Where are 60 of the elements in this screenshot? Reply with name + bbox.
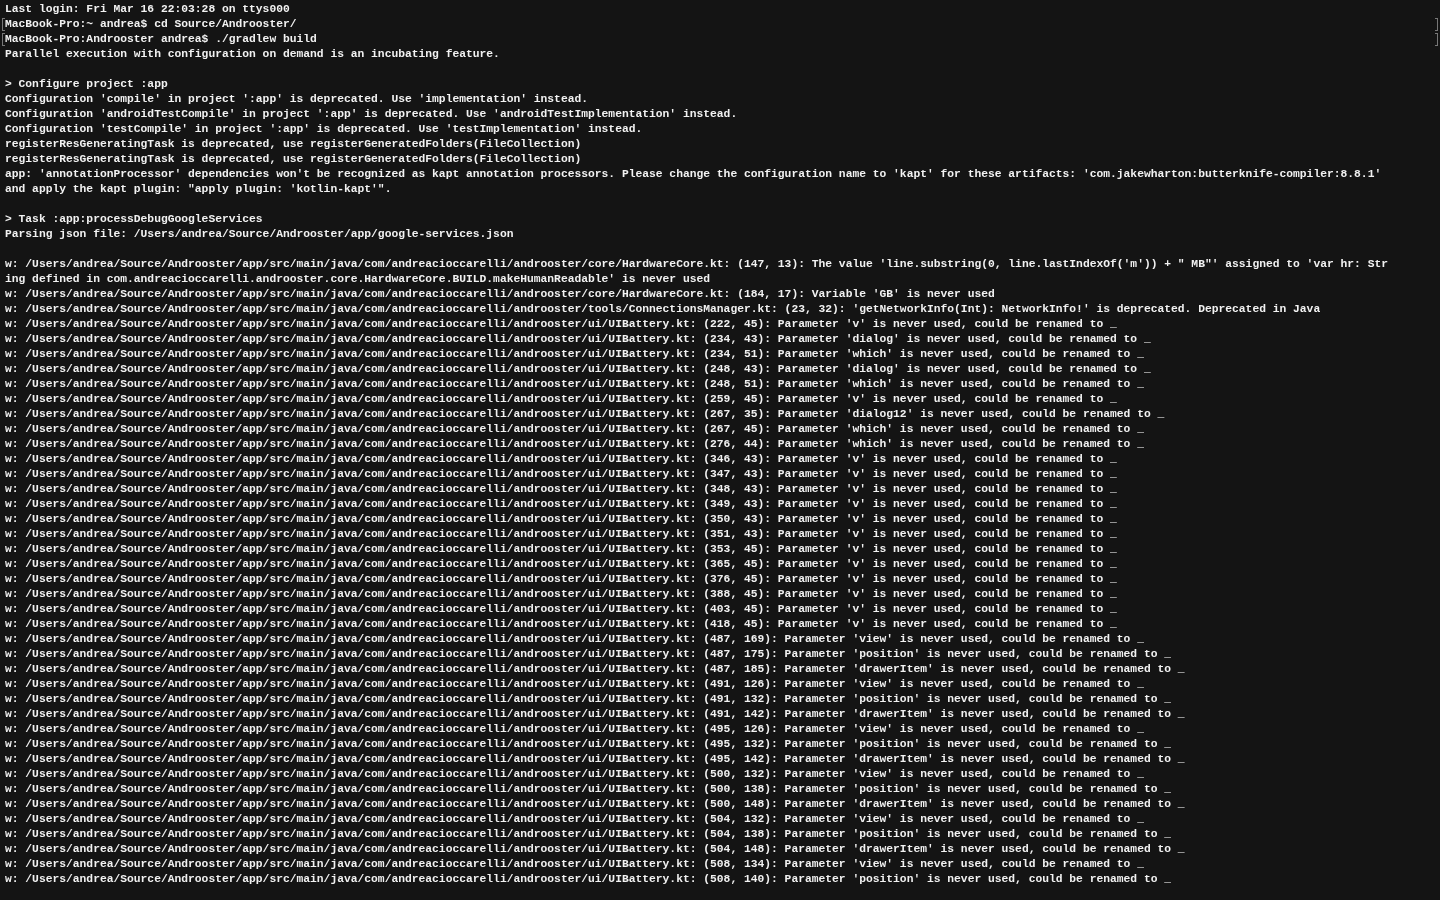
output-line: Configuration 'androidTestCompile' in project ':app' is deprecated. Use 'androidTestImplementation' instead. (5, 107, 738, 122)
output-line: w: /Users/andrea/Source/Androoster/app/src/main/java/com/andreacioccarelli/androoster/ui/UIBattery.kt: (346, 43): Parameter 'v' is never used, could be renamed to _ (5, 452, 1117, 467)
output-line: > Configure project :app (5, 77, 168, 92)
output-line: w: /Users/andrea/Source/Androoster/app/src/main/java/com/andreacioccarelli/androoster/ui/UIBattery.kt: (222, 45): Parameter 'v' is never used, could be renamed to _ (5, 317, 1117, 332)
output-line: w: /Users/andrea/Source/Androoster/app/src/main/java/com/andreacioccarelli/androoster/ui/UIBattery.kt: (508, 134): Parameter 'view' is never used, could be renamed to _ (5, 857, 1144, 872)
output-line: w: /Users/andrea/Source/Androoster/app/src/main/java/com/andreacioccarelli/androoster/ui/UIBattery.kt: (495, 142): Parameter 'drawerItem' is never used, could be renamed to _ (5, 752, 1185, 767)
output-line: w: /Users/andrea/Source/Androoster/app/src/main/java/com/andreacioccarelli/androoster/ui/UIBattery.kt: (487, 169): Parameter 'view' is never used, could be renamed to _ (5, 632, 1144, 647)
output-line: Configuration 'compile' in project ':app' is deprecated. Use 'implementation' instead. (5, 92, 588, 107)
output-line: w: /Users/andrea/Source/Androoster/app/src/main/java/com/andreacioccarelli/androoster/ui/UIBattery.kt: (347, 43): Parameter 'v' is never used, could be renamed to _ (5, 467, 1117, 482)
output-line: w: /Users/andrea/Source/Androoster/app/src/main/java/com/andreacioccarelli/androoster/ui/UIBattery.kt: (376, 45): Parameter 'v' is never used, could be renamed to _ (5, 572, 1117, 587)
output-line: w: /Users/andrea/Source/Androoster/app/src/main/java/com/andreacioccarelli/androoster/ui/UIBattery.kt: (500, 138): Parameter 'position' is never used, could be renamed to _ (5, 782, 1172, 797)
output-line: w: /Users/andrea/Source/Androoster/app/src/main/java/com/andreacioccarelli/androoster/ui/UIBattery.kt: (495, 126): Parameter 'view' is never used, could be renamed to _ (5, 722, 1144, 737)
output-line: w: /Users/andrea/Source/Androoster/app/src/main/java/com/andreacioccarelli/androoster/ui/UIBattery.kt: (234, 51): Parameter 'which' is never used, could be renamed to _ (5, 347, 1144, 362)
output-line: w: /Users/andrea/Source/Androoster/app/src/main/java/com/andreacioccarelli/androoster/ui/UIBattery.kt: (491, 132): Parameter 'position' is never used, could be renamed to _ (5, 692, 1172, 707)
command-line: MacBook-Pro:Androoster andrea$ ./gradlew build (5, 32, 317, 47)
output-line: w: /Users/andrea/Source/Androoster/app/src/main/java/com/andreacioccarelli/androoster/core/HardwareCore.kt: (184, 17): Variable 'GB' is never used (5, 287, 995, 302)
output-line: w: /Users/andrea/Source/Androoster/app/src/main/java/com/andreacioccarelli/androoster/ui/UIBattery.kt: (349, 43): Parameter 'v' is never used, could be renamed to _ (5, 497, 1117, 512)
output-line: w: /Users/andrea/Source/Androoster/app/src/main/java/com/andreacioccarelli/androoster/ui/UIBattery.kt: (504, 148): Parameter 'drawerItem' is never used, could be renamed to _ (5, 842, 1185, 857)
output-line: w: /Users/andrea/Source/Androoster/app/src/main/java/com/andreacioccarelli/androoster/ui/UIBattery.kt: (348, 43): Parameter 'v' is never used, could be renamed to _ (5, 482, 1117, 497)
output-line: w: /Users/andrea/Source/Androoster/app/src/main/java/com/andreacioccarelli/androoster/ui/UIBattery.kt: (248, 43): Parameter 'dialog' is never used, could be renamed to _ (5, 362, 1151, 377)
output-line: > Task :app:processDebugGoogleServices (5, 212, 263, 227)
output-line: w: /Users/andrea/Source/Androoster/app/src/main/java/com/andreacioccarelli/androoster/ui/UIBattery.kt: (267, 35): Parameter 'dialog12' is never used, could be renamed to _ (5, 407, 1165, 422)
prompt-mark-icon (1435, 18, 1438, 31)
output-line: w: /Users/andrea/Source/Androoster/app/src/main/java/com/andreacioccarelli/androoster/ui/UIBattery.kt: (267, 45): Parameter 'which' is never used, could be renamed to _ (5, 422, 1144, 437)
output-line: w: /Users/andrea/Source/Androoster/app/src/main/java/com/andreacioccarelli/androoster/ui/UIBattery.kt: (495, 132): Parameter 'position' is never used, could be renamed to _ (5, 737, 1172, 752)
output-line: w: /Users/andrea/Source/Androoster/app/src/main/java/com/andreacioccarelli/androoster/ui/UIBattery.kt: (350, 43): Parameter 'v' is never used, could be renamed to _ (5, 512, 1117, 527)
output-line: w: /Users/andrea/Source/Androoster/app/src/main/java/com/andreacioccarelli/androoster/ui/UIBattery.kt: (508, 140): Parameter 'position' is never used, could be renamed to _ (5, 872, 1172, 887)
output-line: w: /Users/andrea/Source/Androoster/app/src/main/java/com/andreacioccarelli/androoster/ui/UIBattery.kt: (491, 126): Parameter 'view' is never used, could be renamed to _ (5, 677, 1144, 692)
prompt-mark-icon (2, 33, 5, 46)
output-line: app: 'annotationProcessor' dependencies won't be recognized as kapt annotation processors. Please change the configuration name to 'kapt' for these artifacts: 'com.jakewharton:butterknife-compiler:8.8.1' (5, 167, 1382, 182)
output-line: w: /Users/andrea/Source/Androoster/app/src/main/java/com/andreacioccarelli/androoster/ui/UIBattery.kt: (259, 45): Parameter 'v' is never used, could be renamed to _ (5, 392, 1117, 407)
output-line: w: /Users/andrea/Source/Androoster/app/src/main/java/com/andreacioccarelli/androoster/ui/UIBattery.kt: (418, 45): Parameter 'v' is never used, could be renamed to _ (5, 617, 1117, 632)
output-line: w: /Users/andrea/Source/Androoster/app/src/main/java/com/andreacioccarelli/androoster/ui/UIBattery.kt: (504, 132): Parameter 'view' is never used, could be renamed to _ (5, 812, 1144, 827)
output-line: Configuration 'testCompile' in project ':app' is deprecated. Use 'testImplementation' instead. (5, 122, 643, 137)
output-line: w: /Users/andrea/Source/Androoster/app/src/main/java/com/andreacioccarelli/androoster/ui/UIBattery.kt: (351, 43): Parameter 'v' is never used, could be renamed to _ (5, 527, 1117, 542)
prompt-mark-icon (1435, 33, 1438, 46)
output-line: w: /Users/andrea/Source/Androoster/app/src/main/java/com/andreacioccarelli/androoster/ui/UIBattery.kt: (276, 44): Parameter 'which' is never used, could be renamed to _ (5, 437, 1144, 452)
output-line: w: /Users/andrea/Source/Androoster/app/src/main/java/com/andreacioccarelli/androoster/ui/UIBattery.kt: (487, 185): Parameter 'drawerItem' is never used, could be renamed to _ (5, 662, 1185, 677)
output-line: Parsing json file: /Users/andrea/Source/Androoster/app/google-services.json (5, 227, 514, 242)
output-line: and apply the kapt plugin: "apply plugin: 'kotlin-kapt'". (5, 182, 392, 197)
output-line: w: /Users/andrea/Source/Androoster/app/src/main/java/com/andreacioccarelli/androoster/ui/UIBattery.kt: (500, 148): Parameter 'drawerItem' is never used, could be renamed to _ (5, 797, 1185, 812)
output-line: w: /Users/andrea/Source/Androoster/app/src/main/java/com/andreacioccarelli/androoster/ui/UIBattery.kt: (365, 45): Parameter 'v' is never used, could be renamed to _ (5, 557, 1117, 572)
output-line: w: /Users/andrea/Source/Androoster/app/src/main/java/com/andreacioccarelli/androoster/tools/ConnectionsManager.kt: (23, 32): 'getNetworkInfo(Int): NetworkInfo!' is deprecated. Deprecated in Java (5, 302, 1321, 317)
output-line: w: /Users/andrea/Source/Androoster/app/src/main/java/com/andreacioccarelli/androoster/ui/UIBattery.kt: (500, 132): Parameter 'view' is never used, could be renamed to _ (5, 767, 1144, 782)
prompt-mark-icon (2, 18, 5, 31)
output-line: w: /Users/andrea/Source/Androoster/app/src/main/java/com/andreacioccarelli/androoster/ui/UIBattery.kt: (504, 138): Parameter 'position' is never used, could be renamed to _ (5, 827, 1172, 842)
output-line: w: /Users/andrea/Source/Androoster/app/src/main/java/com/andreacioccarelli/androoster/core/HardwareCore.kt: (147, 13): The value 'line.substring(0, line.lastIndexOf('m')) + " MB"' assigned to 'var hr: Str (5, 257, 1388, 272)
output-line: Last login: Fri Mar 16 22:03:28 on ttys000 (5, 2, 290, 17)
output-line: w: /Users/andrea/Source/Androoster/app/src/main/java/com/andreacioccarelli/androoster/ui/UIBattery.kt: (388, 45): Parameter 'v' is never used, could be renamed to _ (5, 587, 1117, 602)
command-line: MacBook-Pro:~ andrea$ cd Source/Androoster/ (5, 17, 297, 32)
output-line: w: /Users/andrea/Source/Androoster/app/src/main/java/com/andreacioccarelli/androoster/ui/UIBattery.kt: (487, 175): Parameter 'position' is never used, could be renamed to _ (5, 647, 1172, 662)
output-line: w: /Users/andrea/Source/Androoster/app/src/main/java/com/andreacioccarelli/androoster/ui/UIBattery.kt: (491, 142): Parameter 'drawerItem' is never used, could be renamed to _ (5, 707, 1185, 722)
output-line: Parallel execution with configuration on demand is an incubating feature. (5, 47, 500, 62)
output-line: w: /Users/andrea/Source/Androoster/app/src/main/java/com/andreacioccarelli/androoster/ui/UIBattery.kt: (234, 43): Parameter 'dialog' is never used, could be renamed to _ (5, 332, 1151, 347)
output-line: registerResGeneratingTask is deprecated, use registerGeneratedFolders(FileCollection) (5, 152, 582, 167)
output-line: w: /Users/andrea/Source/Androoster/app/src/main/java/com/andreacioccarelli/androoster/ui/UIBattery.kt: (403, 45): Parameter 'v' is never used, could be renamed to _ (5, 602, 1117, 617)
output-line: ing defined in com.andreacioccarelli.androoster.core.HardwareCore.BUILD.makeHumanReadable' is never used (5, 272, 711, 287)
output-line: w: /Users/andrea/Source/Androoster/app/src/main/java/com/andreacioccarelli/androoster/ui/UIBattery.kt: (248, 51): Parameter 'which' is never used, could be renamed to _ (5, 377, 1144, 392)
output-line: w: /Users/andrea/Source/Androoster/app/src/main/java/com/andreacioccarelli/androoster/ui/UIBattery.kt: (353, 45): Parameter 'v' is never used, could be renamed to _ (5, 542, 1117, 557)
output-line: registerResGeneratingTask is deprecated, use registerGeneratedFolders(FileCollection) (5, 137, 582, 152)
